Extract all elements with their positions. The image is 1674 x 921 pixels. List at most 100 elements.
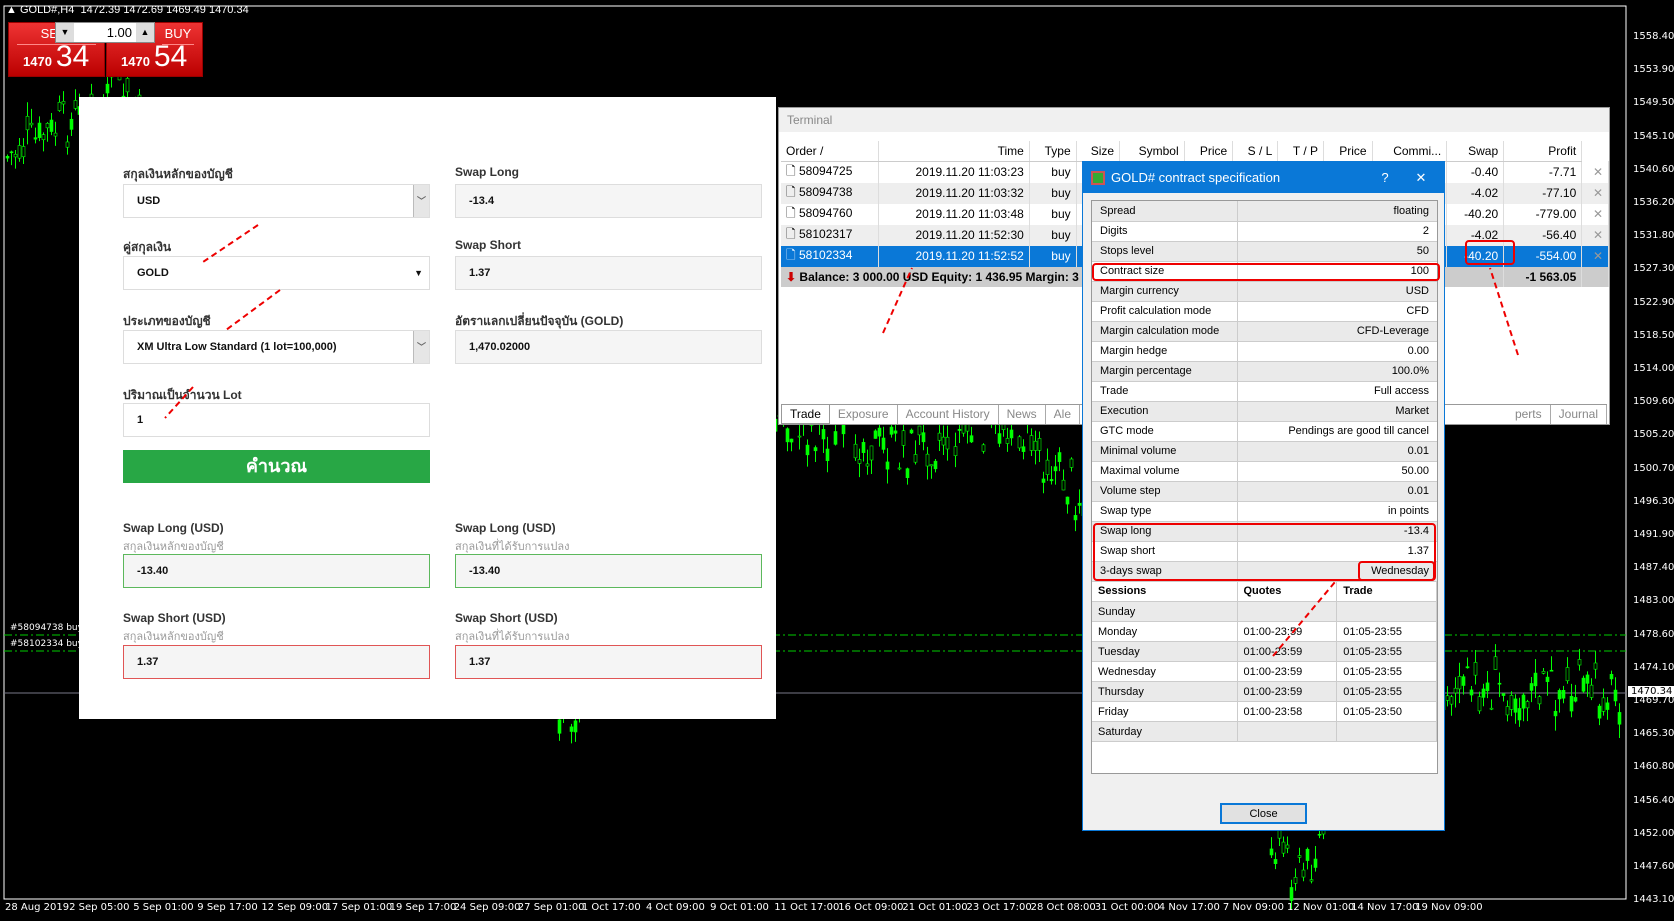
time-tick: 21 Oct 01:00 [902,902,968,913]
column-header[interactable]: T / P [1277,141,1325,162]
price-tick: 1474.10 [1633,661,1674,673]
column-header[interactable]: Symbol [1119,141,1185,162]
candle-body [1289,887,1294,901]
candle-body [877,427,882,437]
column-header[interactable]: Profit [1503,141,1583,162]
lot-input[interactable]: 1 [123,403,430,437]
calculate-button[interactable]: คำนวณ [123,450,430,483]
account-currency-select[interactable]: USD ﹀ [123,184,430,218]
candle-body [1601,697,1606,712]
column-header[interactable]: Price [1323,141,1373,162]
account-type-select[interactable]: XM Ultra Low Standard (1 lot=100,000) ﹀ [123,330,430,364]
column-header[interactable]: Price [1184,141,1234,162]
order-id: 58102334 [799,247,853,262]
swap-calculator: สกุลเงินหลักของบัญชี USD ﹀ คู่สกุลเงิน GO… [79,97,776,719]
session-cell: 01:05-23:55 [1336,681,1437,702]
column-header[interactable]: Type [1029,141,1077,162]
candle-body [1549,669,1554,672]
time-tick: 19 Nov 09:00 [1415,902,1483,913]
volume-stepper[interactable]: ▼ ▲ [55,22,155,43]
spec-value: Wednesday [1237,561,1437,582]
spec-row: Stops level 50 [1092,241,1437,262]
balance-text: Balance: 3 000.00 USD Equity: 1 436.95 M… [799,269,1079,284]
candle-body [913,454,918,463]
candle-body [941,436,946,446]
order-swap: -40.20 [1446,245,1505,267]
column-header[interactable]: S / L [1232,141,1279,162]
order-icon: 🗋 [786,163,796,178]
column-header[interactable]: Time [878,141,1030,162]
spec-row: Swap type in points [1092,501,1437,522]
contract-icon [1091,170,1105,185]
session-cell: Sunday [1092,601,1238,622]
spec-value: 100.0% [1237,361,1437,382]
candle-body [1309,879,1314,882]
candle-body [925,453,930,467]
spec-value: 0.01 [1237,441,1437,462]
session-cell [1237,721,1338,742]
close-button[interactable]: Close [1220,803,1307,824]
close-order-icon[interactable]: ✕ [1581,224,1609,246]
spec-key: Margin calculation mode [1092,321,1238,342]
session-cell: Monday [1092,621,1238,642]
candle-body [49,119,54,132]
increase-volume-icon[interactable]: ▲ [136,23,154,42]
price-tick: 1456.40 [1633,794,1674,806]
candle-body [789,438,794,443]
close-order-icon[interactable]: ✕ [1581,161,1609,183]
volume-input[interactable] [74,23,136,42]
tab-perts[interactable]: perts [1507,405,1551,424]
candle-body [1509,695,1514,710]
help-icon[interactable]: ? [1370,170,1400,185]
terminal-title: Terminal [779,108,1609,132]
close-order-icon[interactable]: ✕ [1581,182,1609,204]
spec-key: Volume step [1092,481,1238,502]
spec-row: Margin percentage 100.0% [1092,361,1437,382]
price-tick: 1505.20 [1633,429,1674,441]
spec-row: Trade Full access [1092,381,1437,402]
price-tick: 1460.80 [1633,761,1674,773]
session-cell: 01:00-23:59 [1237,641,1338,662]
candle-body [857,459,862,464]
candle-body [1457,676,1462,690]
close-icon[interactable]: ✕ [1406,170,1436,186]
candle-body [5,155,10,159]
pair-select[interactable]: GOLD ▼ [123,256,430,290]
order-swap: -0.40 [1446,161,1505,183]
candle-body [785,428,790,443]
column-header[interactable]: Swap [1446,141,1505,162]
candle-body [69,118,74,130]
candle-body [37,122,42,138]
order-icon: 🗋 [786,184,796,199]
tab-exposure[interactable]: Exposure [830,405,898,424]
session-cell: Saturday [1092,721,1238,742]
tab-news[interactable]: News [999,405,1046,424]
order-id: 58094760 [799,205,853,220]
candle-body [1529,683,1534,691]
decrease-volume-icon[interactable]: ▼ [56,23,74,42]
spec-row: Spread floating [1092,201,1437,222]
column-header[interactable]: Size [1076,141,1121,162]
account-currency-value: USD [137,195,161,207]
account-currency-label: สกุลเงินหลักของบัญชี [123,167,233,181]
session-cell: 01:05-23:55 [1336,621,1437,642]
tab-journal[interactable]: Journal [1551,405,1607,424]
candle-body [1037,438,1042,451]
price-tick: 1522.90 [1633,296,1674,308]
candle-body [1449,696,1454,705]
candle-body [1041,478,1046,483]
tab-trade[interactable]: Trade [781,405,830,424]
column-header[interactable]: Order / [781,141,879,162]
tab-account-history[interactable]: Account History [898,405,999,424]
close-order-icon[interactable]: ✕ [1581,203,1609,225]
tab-ale[interactable]: Ale [1046,405,1080,424]
close-order-icon[interactable]: ✕ [1581,245,1609,267]
candle-body [1513,698,1518,713]
candle-body [33,137,38,140]
candle-body [1061,479,1066,491]
spec-value: 50.00 [1237,461,1437,482]
column-header[interactable]: Commi... [1372,141,1448,162]
ohlc-values: 1472.39 1472.69 1469.49 1470.34 [80,4,249,16]
session-row: Tuesday 01:00-23:59 01:05-23:55 [1092,641,1437,662]
swap-short-label: Swap Short [455,238,522,252]
